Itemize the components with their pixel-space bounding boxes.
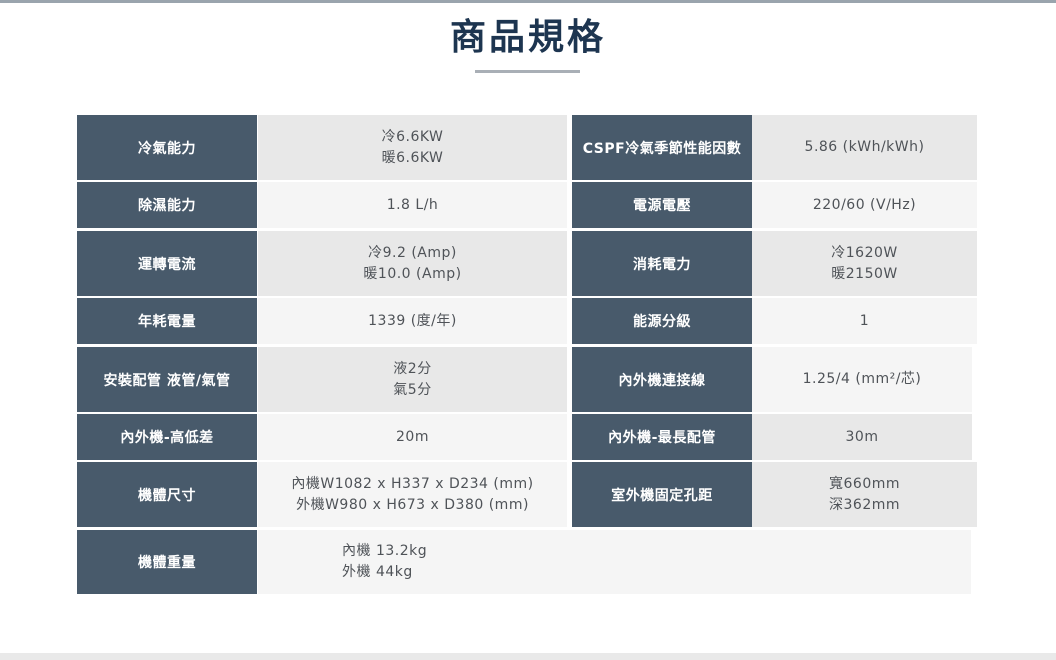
spec-label-current: 運轉電流 <box>77 231 257 296</box>
spec-value-line: 內機W1082 x H337 x D234 (mm) <box>291 475 534 492</box>
spec-label-mounting-holes: 室外機固定孔距 <box>572 462 752 527</box>
spec-value-cspf: 5.86 (kWh/kWh) <box>752 115 977 180</box>
spec-value-annual-consumption: 1339 (度/年) <box>258 298 567 344</box>
spec-value-cooling-capacity: 冷6.6KW 暖6.6KW <box>258 115 567 180</box>
top-divider <box>0 0 1056 3</box>
spec-value-line: 1339 (度/年) <box>368 312 457 329</box>
spec-value-power: 冷1620W 暖2150W <box>752 231 977 296</box>
spec-value-dimensions: 內機W1082 x H337 x D234 (mm) 外機W980 x H673… <box>258 462 567 527</box>
spec-label-weight: 機體重量 <box>77 530 257 594</box>
spec-label-energy-grade: 能源分級 <box>572 298 752 344</box>
spec-label-voltage: 電源電壓 <box>572 182 752 228</box>
spec-value-piping: 液2分 氣5分 <box>258 347 567 412</box>
spec-value-line: 暖6.6KW <box>381 149 444 166</box>
spec-label-piping: 安裝配管 液管/氣管 <box>77 347 257 412</box>
spec-value-line: 1 <box>859 312 870 329</box>
spec-label-cooling-capacity: 冷氣能力 <box>77 115 257 180</box>
spec-value-line: 20m <box>396 428 429 445</box>
spec-label-dehumidify: 除濕能力 <box>77 182 257 228</box>
spec-value-line: 暖10.0 (Amp) <box>363 265 462 282</box>
spec-value-line: 1.8 L/h <box>386 196 439 213</box>
title-underline <box>475 70 580 73</box>
spec-label-connection-wire: 內外機連接線 <box>572 347 752 412</box>
spec-label-cspf: CSPF冷氣季節性能因數 <box>572 115 752 180</box>
spec-label-dimensions: 機體尺寸 <box>77 462 257 527</box>
spec-value-height-difference: 20m <box>258 414 567 460</box>
spec-label-power: 消耗電力 <box>572 231 752 296</box>
spec-value-line: 1.25/4 (mm²/芯) <box>802 371 922 387</box>
spec-label-height-difference: 內外機-高低差 <box>77 414 257 460</box>
spec-value-line: 冷9.2 (Amp) <box>368 244 457 261</box>
spec-value-energy-grade: 1 <box>752 298 977 344</box>
spec-value-line: 暖2150W <box>831 265 898 282</box>
spec-value-line: 氣5分 <box>393 381 432 398</box>
spec-value-voltage: 220/60 (V/Hz) <box>752 182 977 228</box>
spec-value-line: 220/60 (V/Hz) <box>812 196 917 213</box>
spec-value-line: 5.86 (kWh/kWh) <box>804 139 925 155</box>
spec-value-line: 冷1620W <box>831 244 898 261</box>
spec-value-connection-wire: 1.25/4 (mm²/芯) <box>752 347 972 412</box>
spec-value-line: 30m <box>845 428 879 445</box>
spec-value-line: 液2分 <box>393 360 432 377</box>
bottom-divider <box>0 653 1056 660</box>
spec-value-line: 冷6.6KW <box>381 128 444 145</box>
page-title: 商品規格 <box>449 17 606 58</box>
spec-value-line: 內機 13.2kg <box>342 543 428 559</box>
spec-label-annual-consumption: 年耗電量 <box>77 298 257 344</box>
spec-label-max-piping: 內外機-最長配管 <box>572 414 752 460</box>
spec-value-line: 寬660mm <box>829 475 900 492</box>
spec-value-max-piping: 30m <box>752 414 972 460</box>
spec-value-current: 冷9.2 (Amp) 暖10.0 (Amp) <box>258 231 567 296</box>
spec-value-line: 深362mm <box>829 496 900 513</box>
spec-value-dehumidify: 1.8 L/h <box>258 182 567 228</box>
spec-value-line: 外機W980 x H673 x D380 (mm) <box>296 496 529 513</box>
spec-value-line: 外機 44kg <box>342 564 413 580</box>
spec-value-mounting-holes: 寬660mm 深362mm <box>752 462 977 527</box>
spec-value-weight: 內機 13.2kg 外機 44kg <box>258 530 971 594</box>
